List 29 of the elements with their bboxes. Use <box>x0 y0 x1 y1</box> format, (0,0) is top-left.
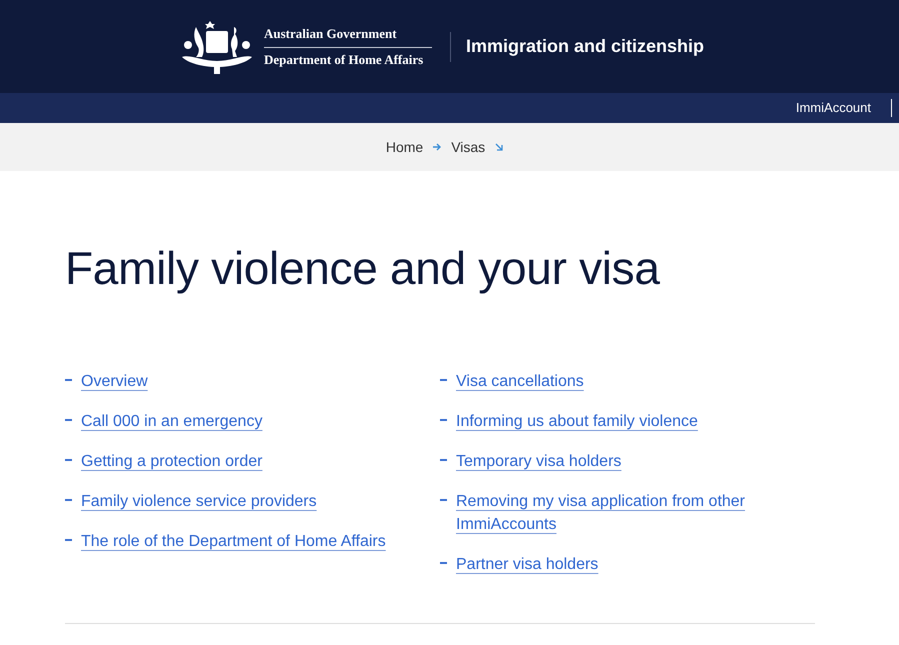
page-title: Family violence and your visa <box>65 241 661 296</box>
contents-link[interactable]: Partner visa holders <box>456 553 598 576</box>
dash-bullet <box>65 379 72 382</box>
breadcrumb-link[interactable]: Home <box>386 136 424 158</box>
contents-link[interactable]: Overview <box>81 370 148 394</box>
arrow-right-icon <box>432 142 442 152</box>
site-title[interactable]: Immigration and citizenship <box>466 33 704 60</box>
dash-bullet <box>440 419 447 422</box>
contents-link[interactable]: Family violence service providers <box>81 490 317 514</box>
agency-name: Australian Government <box>264 26 398 42</box>
nav-link[interactable]: ImmiAccount <box>796 99 892 117</box>
breadcrumb-link[interactable]: Visas <box>451 136 486 158</box>
dash-bullet <box>65 539 72 542</box>
contents-link[interactable]: Call 000 in an emergency <box>81 410 262 434</box>
arrow-down-right-icon <box>494 142 504 152</box>
contents-link[interactable]: The role of the Department of Home Affairs <box>81 530 386 554</box>
dash-bullet <box>440 379 447 382</box>
contents-link[interactable]: Informing us about family violence <box>456 410 698 434</box>
dash-bullet <box>440 459 447 462</box>
contents-link[interactable]: Visa cancellations <box>456 370 584 394</box>
contents-link[interactable]: Removing my visa application from other ImmiAccounts <box>456 490 766 536</box>
dash-bullet <box>65 419 72 422</box>
dash-bullet <box>65 459 72 462</box>
dash-bullet <box>440 499 447 502</box>
dash-bullet <box>440 562 447 564</box>
dash-bullet <box>65 499 72 502</box>
contents-link[interactable]: Getting a protection order <box>81 450 262 474</box>
contents-link[interactable]: Temporary visa holders <box>456 450 622 474</box>
department-name: Department of Home Affairs <box>264 52 424 68</box>
